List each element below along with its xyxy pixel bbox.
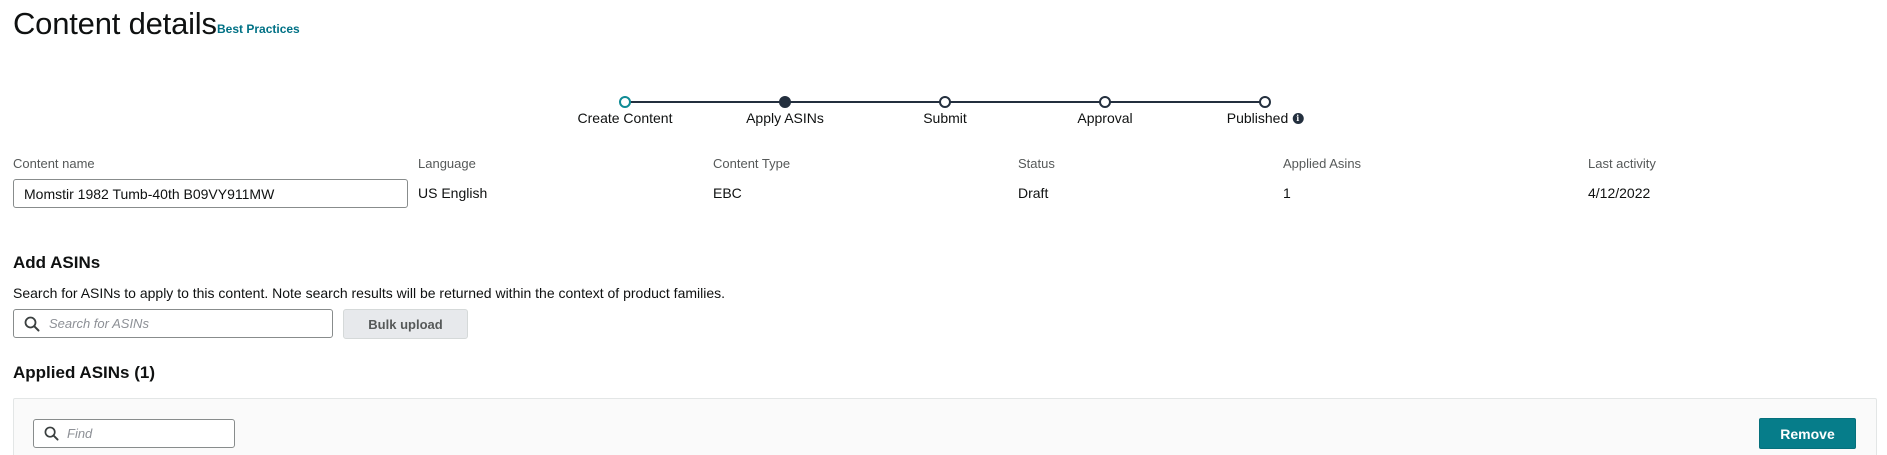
search-icon — [44, 426, 59, 441]
step-label-create-content: Create Content — [577, 110, 673, 126]
add-asins-heading: Add ASINs — [13, 253, 101, 272]
language-value: US English — [418, 185, 488, 201]
progress-stepper: Create Content Apply ASINs Submit Approv… — [0, 92, 1887, 132]
last-activity-label: Last activity — [1588, 156, 1656, 171]
content-name-field[interactable] — [13, 179, 408, 208]
content-name-label: Content name — [13, 156, 95, 171]
language-label: Language — [418, 156, 476, 171]
applied-asins-panel: Remove — [13, 398, 1877, 455]
step-label-approval: Approval — [1077, 110, 1133, 126]
info-icon[interactable]: i — [1292, 112, 1304, 124]
step-label-published-wrap: Published i — [1227, 110, 1304, 126]
find-input[interactable] — [67, 426, 227, 441]
content-type-label: Content Type — [713, 156, 791, 171]
step-dot-submit — [939, 96, 951, 108]
step-dot-apply-asins — [779, 96, 791, 108]
content-type-value: EBC — [713, 185, 742, 201]
step-dot-published — [1259, 96, 1271, 108]
step-label-published: Published — [1226, 110, 1289, 126]
step-dot-approval — [1099, 96, 1111, 108]
bulk-upload-button[interactable]: Bulk upload — [343, 309, 468, 339]
remove-button[interactable]: Remove — [1759, 418, 1856, 449]
applied-asins-heading: Applied ASINs (1) — [13, 363, 155, 382]
best-practices-link[interactable]: Best Practices — [217, 22, 300, 36]
status-label: Status — [1018, 156, 1055, 171]
last-activity-value: 4/12/2022 — [1588, 185, 1651, 201]
step-label-submit: Submit — [923, 110, 967, 126]
page-title: Content details — [13, 6, 217, 41]
find-box[interactable] — [33, 419, 235, 448]
step-label-apply-asins: Apply ASINs — [746, 110, 824, 126]
status-value: Draft — [1018, 185, 1049, 201]
applied-asins-label: Applied Asins — [1283, 156, 1362, 171]
asin-search-input[interactable] — [49, 316, 309, 331]
search-icon — [24, 316, 40, 331]
asin-search-box[interactable] — [13, 309, 333, 338]
step-dot-create-content — [619, 96, 631, 108]
applied-asins-value: 1 — [1283, 185, 1291, 201]
add-asins-description: Search for ASINs to apply to this conten… — [13, 285, 726, 301]
